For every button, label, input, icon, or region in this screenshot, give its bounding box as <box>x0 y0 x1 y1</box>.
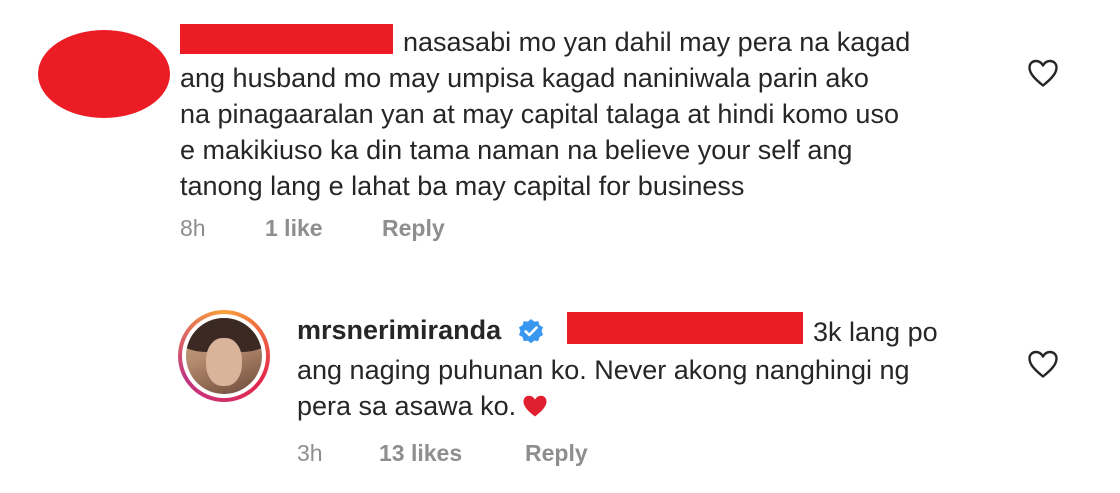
avatar-face <box>206 338 242 386</box>
reply-text: ang naging puhunan ko. Never akong nangh… <box>297 352 910 424</box>
avatar <box>186 318 262 394</box>
redacted-username <box>180 24 393 54</box>
like-heart-icon[interactable] <box>1027 349 1059 379</box>
verified-badge-icon <box>519 319 543 344</box>
comment-text-line-1: nasasabi mo yan dahil may pera na kagad <box>403 27 911 57</box>
comment-text-line: na pinagaaralan yan at may capital talag… <box>180 99 899 129</box>
redacted-mention <box>567 312 803 344</box>
comment-meta: 8h 1 like Reply <box>180 215 580 245</box>
red-heart-emoji-icon <box>523 395 547 417</box>
like-heart-icon[interactable] <box>1027 58 1059 88</box>
story-avatar-ring[interactable] <box>178 310 270 402</box>
reply-button[interactable]: Reply <box>382 215 445 242</box>
comment-likes-count[interactable]: 1 like <box>265 215 323 242</box>
comment-text-line: ang husband mo may umpisa kagad naniniwa… <box>180 63 869 93</box>
reply-text-line: ang naging puhunan ko. Never akong nangh… <box>297 355 910 385</box>
reply-text-line-1: 3k lang po <box>813 317 938 347</box>
comment-text-line: tanong lang e lahat ba may capital for b… <box>180 171 745 201</box>
reply-comment: mrsnerimiranda 3k lang po ang naging puh… <box>0 290 1120 490</box>
reply-button[interactable]: Reply <box>525 440 588 467</box>
reply-timestamp: 3h <box>297 440 323 466</box>
reply-text-fragment: pera sa asawa ko. <box>297 391 517 421</box>
reply-meta: 3h 13 likes Reply <box>297 440 697 470</box>
reply-likes-count[interactable]: 13 likes <box>379 440 462 467</box>
reply-text-line: pera sa asawa ko. <box>297 388 910 424</box>
comment-text-line: e makikiuso ka din tama naman na believe… <box>180 135 853 165</box>
comment: nasasabi mo yan dahil may pera na kagad … <box>0 0 1120 250</box>
comment-text: ang husband mo may umpisa kagad naniniwa… <box>180 60 899 204</box>
redacted-avatar <box>38 30 170 118</box>
username[interactable]: mrsnerimiranda <box>297 315 501 346</box>
avatar-frame <box>182 314 266 398</box>
comment-timestamp: 8h <box>180 215 206 241</box>
